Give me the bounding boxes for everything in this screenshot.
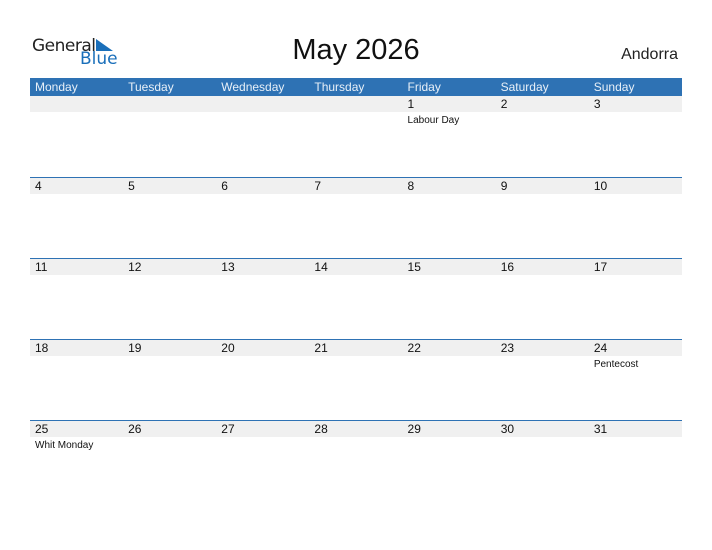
weekday-label: Saturday <box>500 80 549 94</box>
day-cell: 31 <box>589 421 682 502</box>
week-row: 11 12 13 14 15 16 17 <box>30 258 682 340</box>
day-cell: 18 <box>30 340 123 421</box>
day-cell: 10 <box>589 178 682 259</box>
weekday-label: Friday <box>407 80 441 94</box>
holiday-label: Labour Day <box>407 115 460 126</box>
day-number: 24 <box>593 341 608 355</box>
day-cell: 21 <box>309 340 402 421</box>
day-cell: 1 Labour Day <box>403 96 496 177</box>
day-number: 12 <box>128 260 142 274</box>
weekday-label: Tuesday <box>128 80 174 94</box>
week-row: 18 19 20 21 22 23 24 Pentecost <box>30 339 682 421</box>
day-number: 27 <box>221 422 235 436</box>
day-cell: 17 <box>589 259 682 340</box>
day-number: 30 <box>500 422 515 436</box>
day-number: 9 <box>500 179 508 193</box>
day-cell: 4 <box>30 178 123 259</box>
day-cell: 24 Pentecost <box>589 340 682 421</box>
day-number: 13 <box>221 260 235 274</box>
day-number: 28 <box>314 422 328 436</box>
day-cell <box>216 96 309 177</box>
day-number: 17 <box>593 260 608 274</box>
day-cell: 15 <box>403 259 496 340</box>
week-row: 4 5 6 7 8 9 10 <box>30 177 682 259</box>
holiday-label: Whit Monday <box>35 440 94 451</box>
holiday-label: Pentecost <box>593 359 639 370</box>
day-number: 5 <box>128 179 135 193</box>
day-number: 31 <box>593 422 608 436</box>
day-cell: 5 <box>123 178 216 259</box>
week-row: 25 Whit Monday 26 27 28 29 30 31 <box>30 420 682 502</box>
country-label: Andorra <box>621 46 678 63</box>
day-cell: 27 <box>216 421 309 502</box>
day-number: 10 <box>593 179 608 193</box>
day-cell: 12 <box>123 259 216 340</box>
day-cell: 14 <box>309 259 402 340</box>
week-row: 1 Labour Day 2 3 <box>30 96 682 177</box>
day-number: 15 <box>407 260 421 274</box>
day-cell: 2 <box>496 96 589 177</box>
day-number: 21 <box>314 341 328 355</box>
day-number: 20 <box>221 341 235 355</box>
weekday-label: Wednesday <box>221 80 285 94</box>
day-cell: 29 <box>403 421 496 502</box>
weekday-label: Sunday <box>593 80 635 94</box>
day-cell: 3 <box>589 96 682 177</box>
day-number: 2 <box>500 97 508 111</box>
day-cell: 19 <box>123 340 216 421</box>
page-title: May 2026 <box>292 34 420 66</box>
day-cell: 13 <box>216 259 309 340</box>
day-cell: 23 <box>496 340 589 421</box>
day-number: 26 <box>128 422 142 436</box>
day-cell: 9 <box>496 178 589 259</box>
weekday-label: Monday <box>35 80 78 94</box>
day-cell <box>123 96 216 177</box>
day-cell: 16 <box>496 259 589 340</box>
weekday-label: Thursday <box>314 80 365 94</box>
day-number: 22 <box>407 341 421 355</box>
day-number: 8 <box>407 179 415 193</box>
day-number: 25 <box>35 422 49 436</box>
day-number: 4 <box>35 179 42 193</box>
day-cell: 20 <box>216 340 309 421</box>
day-number: 16 <box>500 260 515 274</box>
day-number: 29 <box>407 422 421 436</box>
day-cell: 26 <box>123 421 216 502</box>
day-cell <box>309 96 402 177</box>
day-number: 19 <box>128 341 142 355</box>
day-number: 14 <box>314 260 328 274</box>
day-cell: 11 <box>30 259 123 340</box>
day-cell: 28 <box>309 421 402 502</box>
day-number: 23 <box>500 341 515 355</box>
day-number: 7 <box>314 179 322 193</box>
day-cell <box>30 96 123 177</box>
day-number: 11 <box>35 260 48 274</box>
day-number: 1 <box>407 97 415 111</box>
day-cell: 22 <box>403 340 496 421</box>
day-cell: 25 Whit Monday <box>30 421 123 502</box>
weekday-header: Monday Tuesday Wednesday Thursday Friday… <box>30 78 682 96</box>
day-number: 3 <box>593 97 601 111</box>
day-number: 6 <box>221 179 228 193</box>
day-number: 18 <box>35 341 49 355</box>
day-cell: 7 <box>309 178 402 259</box>
day-cell: 30 <box>496 421 589 502</box>
day-cell: 6 <box>216 178 309 259</box>
day-cell: 8 <box>403 178 496 259</box>
